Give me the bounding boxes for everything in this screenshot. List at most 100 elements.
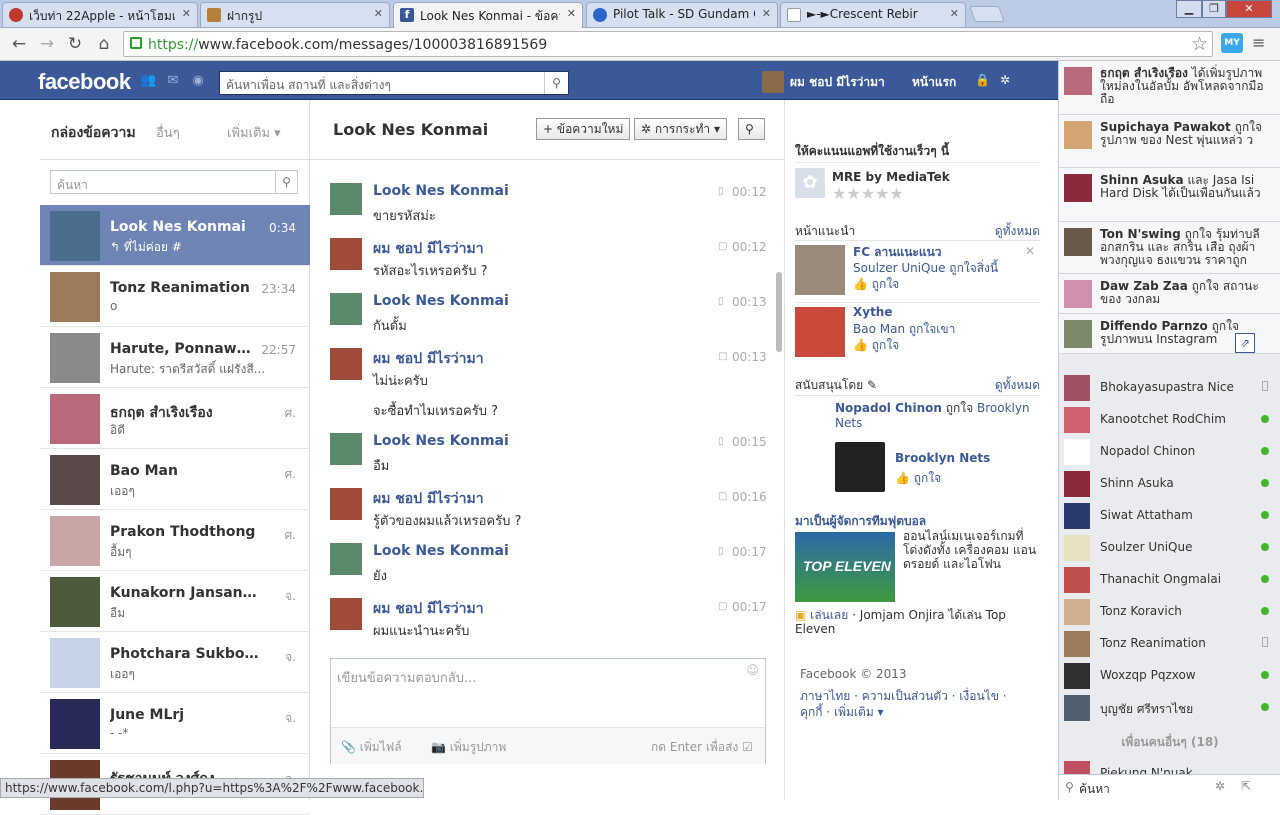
page1-like-button[interactable]: 👍 ถูกใจ <box>853 275 899 294</box>
sponsor-like-button[interactable]: 👍 ถูกใจ <box>895 469 941 488</box>
page2-name[interactable]: Xythe <box>853 305 893 319</box>
app-name[interactable]: MRE by MediaTek <box>832 170 950 184</box>
avatar[interactable] <box>330 433 362 465</box>
close-icon[interactable]: ✕ <box>1025 244 1035 258</box>
message-sender[interactable]: Look Nes Konmai <box>373 183 509 199</box>
maximize-icon[interactable]: ❐ <box>1202 0 1226 18</box>
chat-friend[interactable]: Soulzer UniQue <box>1059 532 1280 564</box>
reply-box[interactable]: เขียนข้อความตอบกลับ... ☺ 📎 เพิ่มไฟล์ 📷 เ… <box>330 658 766 764</box>
home-icon[interactable]: ⌂ <box>93 33 115 55</box>
notifications-icon[interactable]: ◉ <box>190 73 206 89</box>
message-sender[interactable]: ผม ชอป มีไรว่ามา <box>373 348 484 370</box>
thread-item[interactable]: Kunakorn Jansanga อืม จ. <box>40 571 310 632</box>
add-file-button[interactable]: 📎 เพิ่มไฟล์ <box>341 738 402 757</box>
footer-links-2[interactable]: คุกกี้ · เพิ่มเติม ▾ <box>800 703 884 722</box>
home-link[interactable]: หน้าแรก <box>912 73 956 92</box>
ticker-item[interactable]: Ton N'swing ถูกใจ รุ้มท่าบลีอกสกริน และ … <box>1059 222 1280 274</box>
search-icon[interactable]: ⚲ <box>544 72 568 94</box>
see-all-pages-link[interactable]: ดูทั้งหมด <box>995 222 1040 241</box>
browser-tab-facebook[interactable]: f Look Nes Konmai - ข้อความ✕ <box>393 2 583 29</box>
chat-search-input[interactable]: ค้นหา <box>1079 780 1110 799</box>
chat-friend[interactable]: Kanootchet RodChim <box>1059 404 1280 436</box>
forward-icon[interactable]: → <box>36 33 58 55</box>
app-icon[interactable]: ✿ <box>795 168 825 198</box>
menu-icon[interactable]: ≡ <box>1252 35 1266 51</box>
ticker-item[interactable]: ธกฤต สำเริงเรือง ได้เพิ่มรูปภาพใหม่ลงในอ… <box>1059 61 1280 115</box>
scrollbar[interactable] <box>776 272 782 352</box>
chat-friend[interactable]: Woxzqp Pqzxow <box>1059 660 1280 692</box>
avatar[interactable] <box>330 598 362 630</box>
avatar[interactable] <box>330 543 362 575</box>
popout-icon[interactable]: ⇗ <box>1235 333 1255 353</box>
bookmark-star-icon[interactable]: ☆ <box>1191 33 1208 55</box>
new-message-button[interactable]: + ข้อความใหม่ <box>536 118 631 140</box>
reload-icon[interactable]: ↻ <box>64 33 86 55</box>
profile-link[interactable]: ผม ชอป มีไรว่ามา <box>790 73 885 92</box>
chat-friend[interactable]: Shinn Asuka <box>1059 468 1280 500</box>
thread-item[interactable]: Tonz Reanimation o 23:34 <box>40 266 310 327</box>
close-tab-icon[interactable]: ✕ <box>182 7 191 20</box>
close-tab-icon[interactable]: ✕ <box>950 7 959 20</box>
search-box[interactable]: ค้นหาเพื่อน สถานที่ และสิ่งต่างๆ ⚲ <box>219 71 569 95</box>
nets-logo[interactable] <box>835 442 885 492</box>
chat-friend[interactable]: Nopadol Chinon <box>1059 436 1280 468</box>
message-sender[interactable]: ผม ชอป มีไรว่ามา <box>373 598 484 620</box>
chat-friend[interactable]: บุญชัย ศรีทราไชย <box>1059 692 1280 724</box>
browser-tab-upload[interactable]: ฝากรูป ✕ <box>200 2 390 27</box>
messages-icon[interactable]: ✉ <box>165 73 181 89</box>
chat-friend[interactable]: Siwat Attatham <box>1059 500 1280 532</box>
see-all-ads-link[interactable]: ดูทั้งหมด <box>995 376 1040 395</box>
avatar[interactable] <box>330 348 362 380</box>
browser-tab-pilot-talk[interactable]: Pilot Talk - SD Gundam C ✕ <box>586 2 778 27</box>
close-tab-icon[interactable]: ✕ <box>374 7 383 20</box>
actions-button[interactable]: ✲ การกระทำ ▾ <box>634 118 727 140</box>
avatar[interactable] <box>330 488 362 520</box>
inbox-search-input[interactable]: ค้นหา <box>57 176 88 195</box>
chat-friend[interactable]: Bhokayasupastra Nice <box>1059 372 1280 404</box>
popout-chat-icon[interactable]: ⇱ <box>1241 779 1251 793</box>
chat-friend[interactable]: Thanachit Ongmalai <box>1059 564 1280 596</box>
chat-search[interactable]: ⚲ ค้นหา ✲ ⇱ <box>1059 774 1280 800</box>
ticker-item[interactable]: Supichaya Pawakot ถูกใจ รูปภาพ ของ Nest … <box>1059 115 1280 168</box>
friend-requests-icon[interactable]: 👥 <box>140 73 156 89</box>
thread-item[interactable]: Prakon Thodthong อื้มๆ ศ. <box>40 510 310 571</box>
message-sender[interactable]: Look Nes Konmai <box>373 543 509 559</box>
thread-item[interactable]: Look Nes Konmai ↰ ที่ไม่ค่อย # 0:34 <box>40 205 310 266</box>
inbox-title[interactable]: กล่องข้อความ <box>51 122 136 144</box>
minimize-icon[interactable]: ▁ <box>1176 0 1202 18</box>
browser-tab-crescent[interactable]: ►-►Crescent Rebir ✕ <box>780 2 966 27</box>
close-window-icon[interactable]: ✕ <box>1226 0 1272 18</box>
settings-icon[interactable]: ✲ <box>1000 73 1010 87</box>
chat-friend[interactable]: Tonz Reanimation <box>1059 628 1280 660</box>
other-tab[interactable]: อื่นๆ <box>156 122 180 143</box>
close-tab-icon[interactable]: ✕ <box>762 7 771 20</box>
search-icon[interactable]: ⚲ <box>275 171 297 193</box>
chat-options-icon[interactable]: ✲ <box>1215 779 1225 793</box>
rating-stars-icon[interactable]: ★★★★★ <box>832 184 904 203</box>
user-avatar[interactable] <box>762 71 784 93</box>
add-photo-button[interactable]: 📷 เพิ่มรูปภาพ <box>431 738 506 757</box>
close-tab-icon[interactable]: ✕ <box>567 7 576 20</box>
address-bar[interactable]: https://www.facebook.com/messages/100003… <box>123 31 1213 57</box>
avatar[interactable] <box>330 293 362 325</box>
search-conversation-icon[interactable]: ⚲ <box>738 118 765 140</box>
enter-to-send-checkbox[interactable]: กด Enter เพื่อส่ง ☑ <box>651 738 753 757</box>
thread-item[interactable]: Harute, Ponnawat,... Harute: ราตรีสวัสดิ์… <box>40 327 310 388</box>
page-photo[interactable] <box>795 245 845 295</box>
play-link[interactable]: เล่นเลย <box>810 608 848 622</box>
page2-like-button[interactable]: 👍 ถูกใจ <box>853 336 899 355</box>
emoticon-icon[interactable]: ☺ <box>746 663 759 677</box>
avatar[interactable] <box>330 183 362 215</box>
ticker-item[interactable]: Shinn Asuka และ Jasa Isi Hard Disk ได้เป… <box>1059 168 1280 222</box>
thread-item[interactable]: ธกฤต สำเริงเรือง อิดี ศ. <box>40 388 310 449</box>
sponsor-name[interactable]: Brooklyn Nets <box>895 451 990 465</box>
extension-button[interactable]: MY <box>1221 33 1243 53</box>
facebook-logo[interactable]: facebook <box>38 69 131 95</box>
inbox-search[interactable]: ค้นหา ⚲ <box>50 170 298 194</box>
message-sender[interactable]: ผม ชอป มีไรว่ามา <box>373 488 484 510</box>
chat-friend[interactable]: Tonz Koravich <box>1059 596 1280 628</box>
back-icon[interactable]: ← <box>8 33 30 55</box>
thread-item[interactable]: June MLrj - -* จ. <box>40 693 310 754</box>
reply-input[interactable]: เขียนข้อความตอบกลับ... <box>337 667 476 688</box>
new-tab-button[interactable] <box>969 6 1005 22</box>
